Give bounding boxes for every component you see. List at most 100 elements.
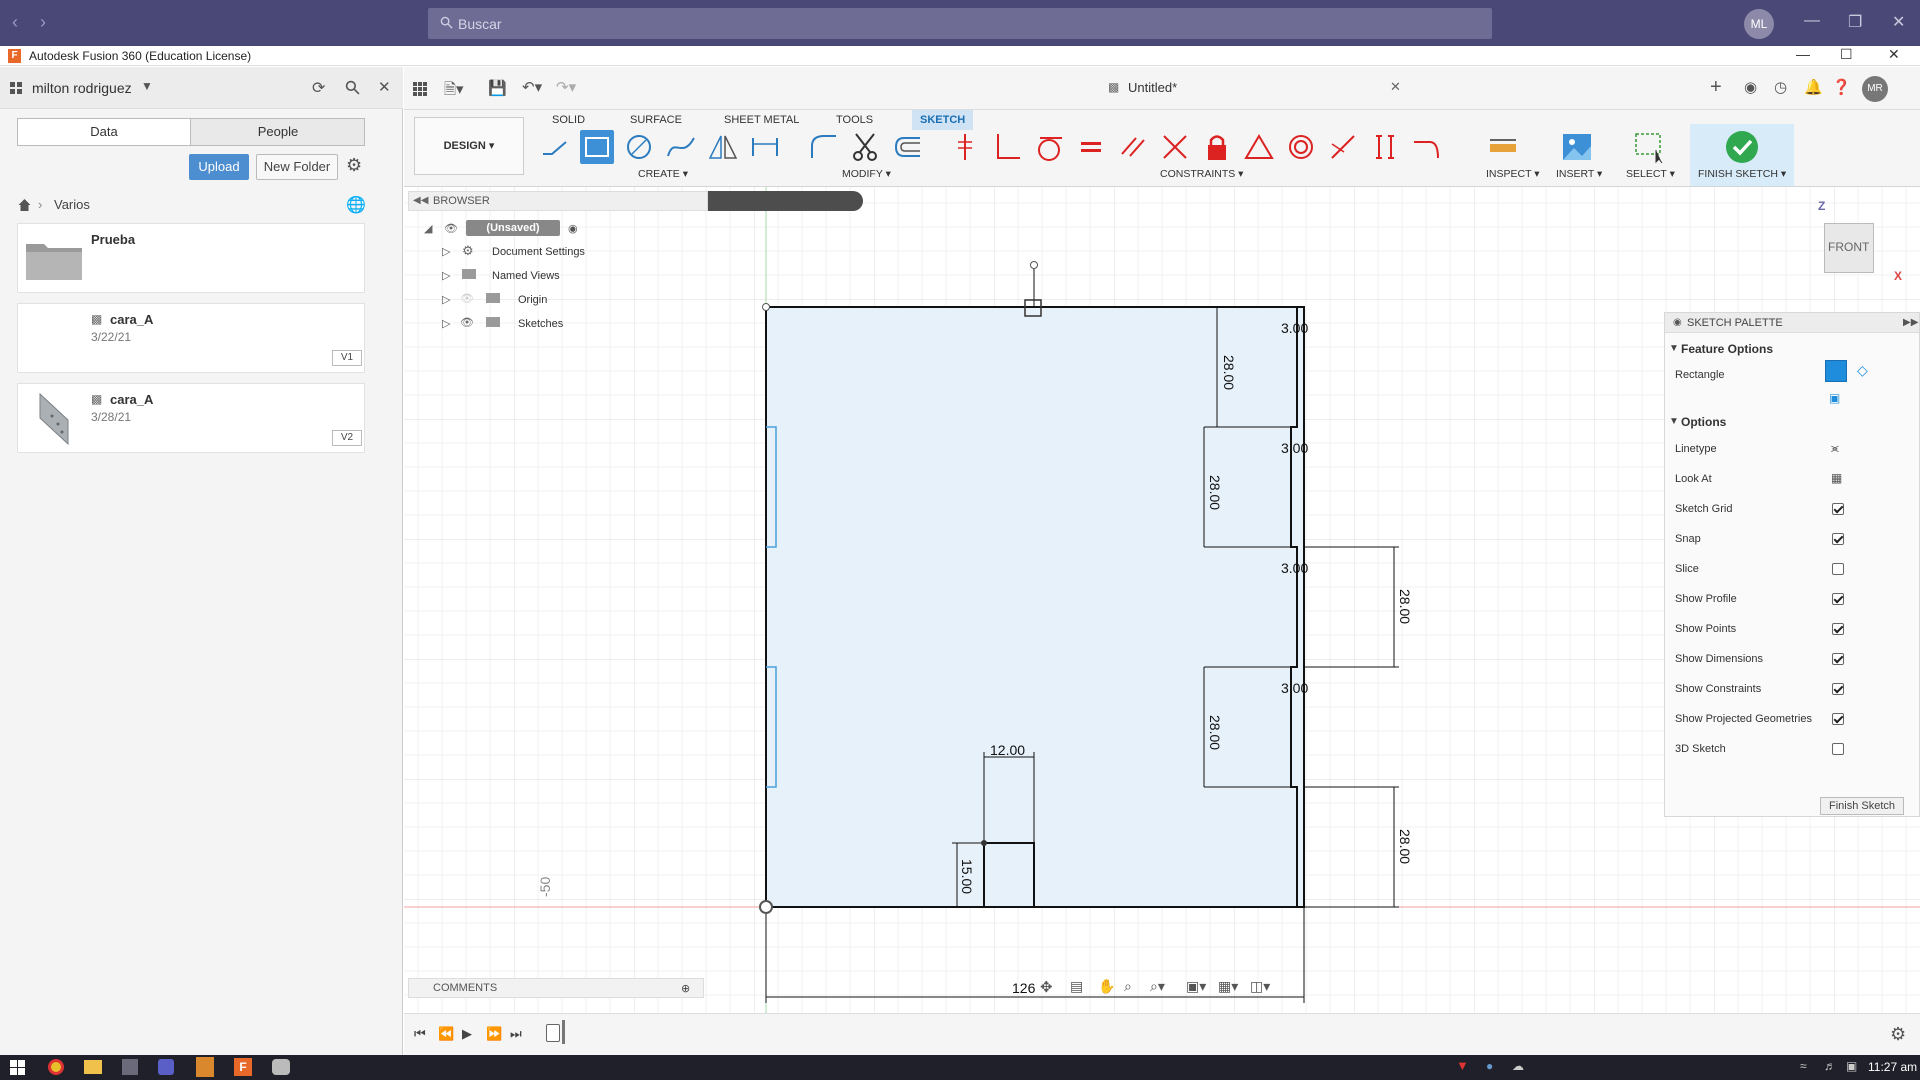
parallel-constraint[interactable] bbox=[1116, 130, 1150, 164]
search-icon[interactable] bbox=[345, 80, 360, 95]
teams-icon[interactable] bbox=[158, 1059, 174, 1075]
select-group-label[interactable]: SELECT ▾ bbox=[1626, 168, 1675, 180]
sketch-point[interactable] bbox=[762, 303, 770, 311]
windows-start-icon[interactable] bbox=[10, 1060, 25, 1075]
step-back-icon[interactable]: ⏪ bbox=[438, 1026, 454, 1042]
sketch-palette-header[interactable]: SKETCH PALETTE bbox=[1665, 313, 1919, 333]
expand-arrow-icon[interactable]: ▷ bbox=[442, 269, 450, 282]
coincident-constraint[interactable] bbox=[948, 130, 982, 164]
palette-pin-icon[interactable]: ◉ bbox=[1673, 317, 1682, 328]
modify-group-label[interactable]: MODIFY ▾ bbox=[842, 168, 891, 180]
tab-tools[interactable]: TOOLS bbox=[836, 110, 873, 130]
dim-label[interactable]: 28.00 bbox=[1397, 589, 1413, 624]
clock-time[interactable]: 11:27 am bbox=[1868, 1060, 1917, 1074]
close-panel-icon[interactable]: ✕ bbox=[378, 78, 391, 96]
center-rectangle-icon[interactable]: ▣ bbox=[1829, 391, 1840, 405]
go-to-start-icon[interactable]: ⏮ bbox=[414, 1026, 426, 1042]
palette-option-checkbox[interactable] bbox=[1832, 683, 1844, 695]
linetype-icon[interactable]: ⪤ bbox=[1831, 441, 1839, 456]
constraints-group-label[interactable]: CONSTRAINTS ▾ bbox=[1160, 168, 1243, 180]
finish-sketch-button[interactable]: FINISH SKETCH ▾ bbox=[1690, 124, 1794, 186]
list-item[interactable]: ▩ cara_A 3/28/21 V2 bbox=[17, 383, 365, 453]
app-pinned-icon[interactable] bbox=[272, 1059, 290, 1075]
horizontal-vertical-constraint[interactable] bbox=[1368, 130, 1402, 164]
dim-label[interactable]: 12.00 bbox=[990, 742, 1025, 758]
wifi-icon[interactable]: ≈ bbox=[1800, 1059, 1807, 1073]
fillet-tool[interactable] bbox=[806, 130, 840, 164]
options-heading[interactable]: Options bbox=[1681, 415, 1726, 429]
step-forward-icon[interactable]: ⏩ bbox=[486, 1026, 502, 1042]
trim-tool[interactable] bbox=[848, 130, 882, 164]
tray-app-icon[interactable]: ● bbox=[1486, 1059, 1493, 1073]
rectangle-tool[interactable] bbox=[580, 130, 614, 164]
browser-panel-header[interactable]: ◀◀ BROWSER bbox=[408, 191, 708, 211]
browser-node-document-settings[interactable]: Document Settings bbox=[492, 246, 585, 258]
tab-data[interactable]: Data bbox=[18, 119, 191, 145]
extensions-icon[interactable]: ◉ bbox=[1744, 78, 1757, 96]
language-icon[interactable]: ▣ bbox=[1846, 1059, 1857, 1073]
version-badge[interactable]: V2 bbox=[332, 430, 362, 446]
home-icon[interactable] bbox=[17, 198, 32, 212]
tab-people[interactable]: People bbox=[191, 119, 365, 145]
upload-button[interactable]: Upload bbox=[189, 154, 249, 180]
add-comment-icon[interactable]: ⊕ bbox=[681, 980, 690, 998]
browser-node-named-views[interactable]: Named Views bbox=[492, 270, 560, 282]
undo-icon[interactable]: ↶▾ bbox=[522, 78, 542, 96]
close-tab-icon[interactable]: ✕ bbox=[1390, 79, 1401, 95]
dim-label[interactable]: 3.00 bbox=[1281, 680, 1308, 696]
new-folder-button[interactable]: New Folder bbox=[256, 154, 338, 180]
timeline-marker[interactable] bbox=[562, 1020, 565, 1044]
file-menu-icon[interactable]: 🗎▾ bbox=[444, 79, 464, 104]
line-tool[interactable] bbox=[538, 130, 572, 164]
view-cube[interactable]: FRONT bbox=[1824, 223, 1874, 273]
select-tool[interactable] bbox=[1632, 130, 1666, 164]
dimension-tool[interactable] bbox=[748, 130, 782, 164]
root-component[interactable]: (Unsaved) bbox=[466, 220, 560, 236]
expand-palette-icon[interactable]: ▶▶ bbox=[1903, 317, 1918, 328]
new-tab-plus-icon[interactable]: + bbox=[1710, 76, 1722, 99]
version-badge[interactable]: V1 bbox=[332, 350, 362, 366]
dim-label[interactable]: 28.00 bbox=[1207, 475, 1223, 510]
redo-icon[interactable]: ↷▾ bbox=[556, 78, 576, 96]
finish-sketch-palette-button[interactable]: Finish Sketch bbox=[1820, 797, 1904, 815]
save-icon[interactable]: 💾 bbox=[488, 79, 507, 97]
zoom-icon[interactable]: ⌕ bbox=[1124, 978, 1132, 995]
palette-option-checkbox[interactable] bbox=[1832, 503, 1844, 515]
system-search-box[interactable]: Buscar bbox=[428, 8, 1492, 39]
workspace-switcher[interactable]: DESIGN ▾ bbox=[414, 117, 524, 175]
collinear-constraint[interactable] bbox=[1326, 130, 1360, 164]
refresh-icon[interactable]: ⟳ bbox=[312, 78, 325, 98]
grid-settings-icon[interactable]: ▦▾ bbox=[1218, 978, 1238, 995]
insert-group-label[interactable]: INSERT ▾ bbox=[1556, 168, 1602, 180]
list-item[interactable]: Prueba bbox=[17, 223, 365, 293]
insert-image-tool[interactable] bbox=[1560, 130, 1594, 164]
chrome-icon[interactable] bbox=[48, 1059, 64, 1075]
minimize-icon[interactable]: — bbox=[1804, 12, 1820, 30]
back-arrow-icon[interactable]: ‹ bbox=[12, 12, 18, 33]
dim-label[interactable]: 28.00 bbox=[1207, 715, 1223, 750]
settings-gear-icon[interactable]: ⚙ bbox=[1890, 1024, 1906, 1045]
job-status-icon[interactable]: ◷ bbox=[1774, 78, 1787, 96]
browser-node-origin[interactable]: Origin bbox=[518, 294, 547, 306]
list-item[interactable]: ▩ cara_A 3/22/21 V1 bbox=[17, 303, 365, 373]
pan-hand-icon[interactable]: ✋ bbox=[1098, 978, 1115, 995]
collapse-triangle-icon[interactable]: ▼ bbox=[1669, 416, 1679, 427]
settings-gear-icon[interactable]: ⚙ bbox=[346, 155, 362, 176]
palette-option-checkbox[interactable] bbox=[1832, 533, 1844, 545]
origin-point[interactable] bbox=[759, 900, 773, 914]
collapse-arrow-icon[interactable]: ◢ bbox=[424, 222, 432, 235]
fix-constraint[interactable] bbox=[1200, 130, 1234, 164]
palette-option-checkbox[interactable] bbox=[1832, 563, 1844, 575]
onedrive-cloud-icon[interactable]: ☁ bbox=[1512, 1059, 1524, 1073]
mirror-tool[interactable] bbox=[706, 130, 740, 164]
go-to-end-icon[interactable]: ⏭ bbox=[510, 1026, 522, 1042]
fusion-taskbar-icon[interactable]: F bbox=[234, 1058, 252, 1076]
measure-tool[interactable] bbox=[1486, 130, 1520, 164]
feature-options-heading[interactable]: Feature Options bbox=[1681, 342, 1773, 356]
two-point-rectangle-option[interactable] bbox=[1825, 360, 1847, 382]
sketch-profile[interactable] bbox=[766, 307, 1304, 907]
tab-sheet-metal[interactable]: SHEET METAL bbox=[724, 110, 799, 130]
breadcrumb-current[interactable]: Varios bbox=[54, 197, 90, 212]
dim-label[interactable]: 3.00 bbox=[1281, 560, 1308, 576]
app-minimize-icon[interactable]: — bbox=[1796, 46, 1810, 62]
